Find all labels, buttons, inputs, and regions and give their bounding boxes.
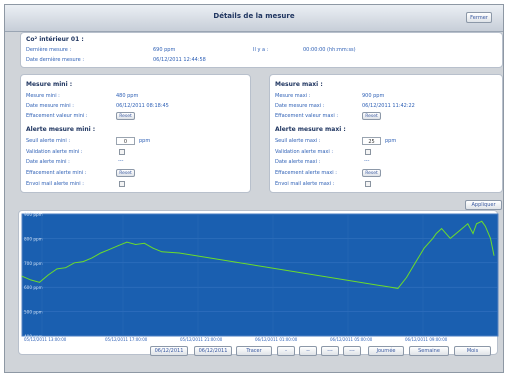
date-from-button[interactable]: 06/12/2011 (150, 346, 188, 356)
x-tick-label: 05/12/2011 21:00:00 (180, 337, 223, 342)
trace-button[interactable]: Tracer (236, 346, 272, 356)
data-point (109, 249, 110, 250)
y-tick-label: 600 ppm (24, 285, 43, 290)
data-point (65, 267, 67, 269)
data-point (30, 279, 32, 281)
data-point (467, 223, 469, 225)
month-button[interactable]: Mois (454, 346, 491, 356)
y-tick-label: 700 ppm (24, 261, 43, 266)
data-point (100, 252, 102, 254)
step-back-button[interactable]: - (277, 346, 295, 356)
data-point (449, 238, 451, 239)
data-point (135, 244, 137, 245)
data-point (432, 238, 434, 239)
data-point (56, 268, 58, 270)
data-point (397, 288, 399, 289)
data-point (472, 233, 474, 234)
x-tick-label: 06/12/2011 05:00:00 (330, 337, 373, 342)
data-point (91, 257, 93, 259)
data-point (126, 241, 128, 243)
plot-area (21, 213, 499, 337)
data-point (484, 225, 486, 227)
step-back-more-button[interactable]: -- (299, 346, 317, 356)
co2-line-chart: 400 ppm500 ppm600 ppm700 ppm800 ppm900 p… (21, 212, 499, 342)
x-tick-label: 06/12/2011 09:00:00 (405, 337, 448, 342)
y-tick-label: 500 ppm (24, 310, 43, 315)
x-tick-label: 06/12/2011 01:00:00 (255, 337, 298, 342)
date-to-button[interactable]: 06/12/2011 (194, 346, 232, 356)
data-point (481, 220, 483, 222)
x-tick-label: 05/12/2011 13:00:00 (24, 337, 67, 342)
data-point (82, 261, 84, 262)
data-point (493, 255, 495, 256)
day-button[interactable]: Journée (368, 346, 404, 356)
data-point (39, 281, 40, 283)
data-point (178, 252, 180, 254)
data-point (441, 228, 442, 230)
x-tick-label: 05/12/2011 17:00:00 (105, 337, 148, 342)
week-button[interactable]: Semaine (409, 346, 449, 356)
data-point (490, 238, 491, 239)
data-point (476, 223, 477, 225)
data-point (74, 262, 75, 264)
data-point (458, 230, 460, 232)
data-point (47, 274, 49, 276)
data-point (161, 251, 163, 253)
step-forward-more-button[interactable]: --- (343, 346, 361, 356)
data-point (117, 245, 119, 247)
data-point (435, 233, 437, 234)
data-point (152, 247, 154, 249)
data-point (406, 277, 407, 278)
data-point (144, 242, 145, 244)
data-point (21, 275, 23, 277)
step-forward-button[interactable]: --- (321, 346, 339, 356)
data-point (414, 262, 416, 264)
y-tick-label: 800 ppm (24, 236, 43, 241)
y-tick-label: 900 ppm (24, 212, 43, 217)
data-point (423, 247, 425, 249)
